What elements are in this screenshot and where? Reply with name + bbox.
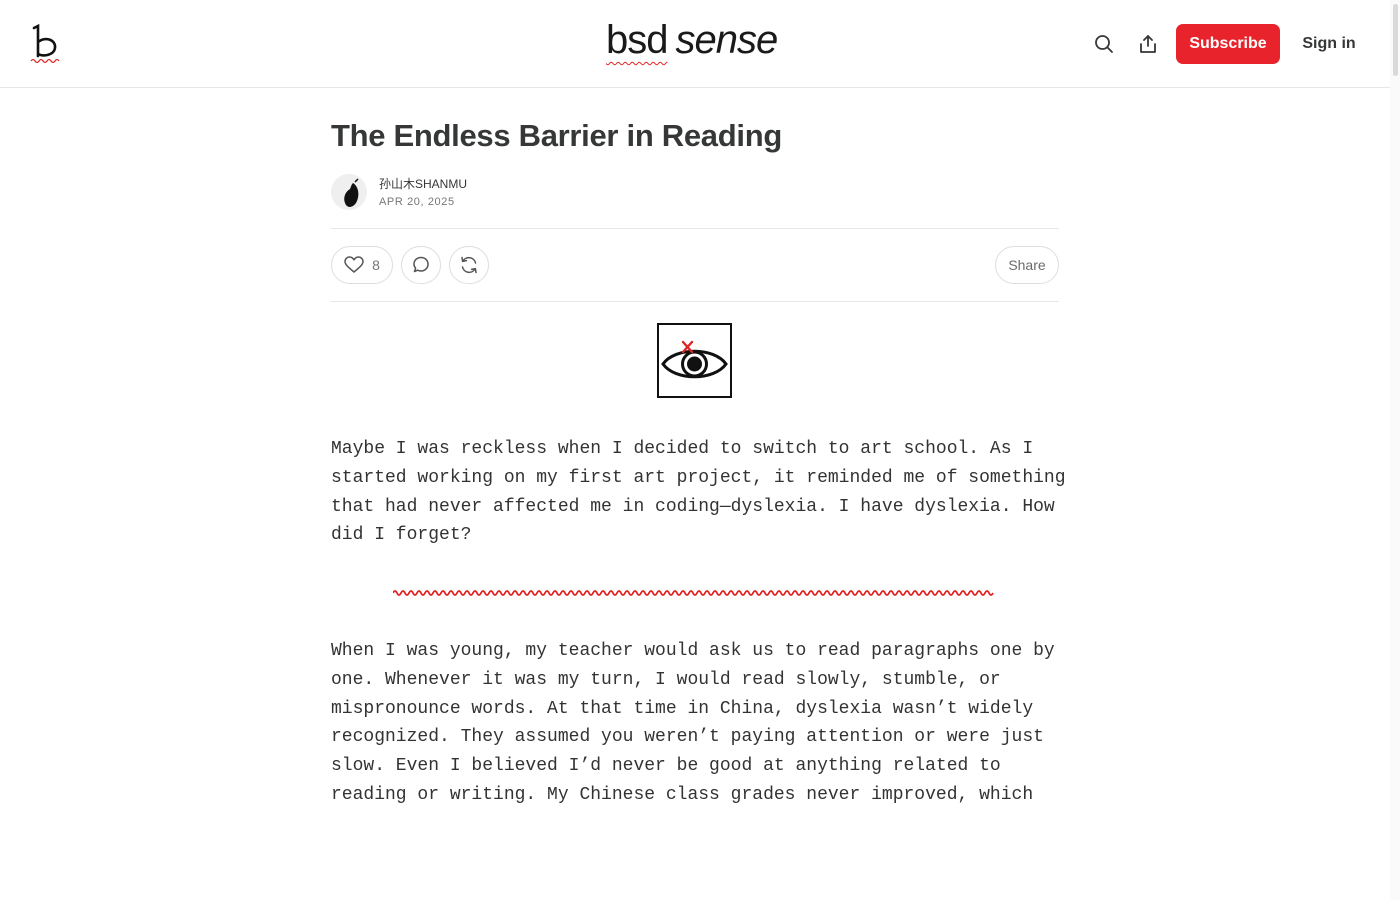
- restack-icon: [459, 255, 479, 275]
- squiggle-divider: [392, 586, 997, 600]
- author-avatar[interactable]: [331, 174, 367, 210]
- heart-icon: [344, 256, 364, 274]
- divider-top: [331, 228, 1059, 229]
- crossed-eye-icon: [661, 340, 728, 379]
- divider-bottom: [331, 301, 1059, 302]
- subscribe-button[interactable]: Subscribe: [1176, 24, 1280, 64]
- post-hero-image[interactable]: [657, 323, 732, 398]
- share-button[interactable]: Share: [995, 246, 1059, 284]
- post-title: The Endless Barrier in Reading: [331, 118, 782, 153]
- like-button[interactable]: 8: [331, 246, 393, 284]
- share-label: Share: [1008, 257, 1046, 273]
- share-icon[interactable]: [1134, 30, 1162, 58]
- comment-icon: [411, 255, 431, 275]
- brand-part-2: sense: [675, 18, 779, 62]
- post-paragraph-1: Maybe I was reckless when I decided to s…: [331, 439, 1066, 546]
- like-count: 8: [372, 257, 380, 273]
- page-scrollbar[interactable]: [1390, 0, 1400, 900]
- post-paragraph-2: When I was young, my teacher would ask u…: [331, 641, 1055, 805]
- site-brand[interactable]: bsd sense: [606, 18, 779, 68]
- author-name[interactable]: 孙山木SHANMU: [379, 175, 467, 192]
- restack-button[interactable]: [449, 246, 489, 284]
- sign-in-button[interactable]: Sign in: [1298, 24, 1360, 64]
- brand-part-1: bsd: [606, 18, 668, 62]
- search-icon[interactable]: [1090, 30, 1118, 58]
- scrollbar-thumb[interactable]: [1393, 4, 1398, 76]
- site-logo[interactable]: [30, 22, 62, 64]
- site-header: bsd sense Subscribe Sign in: [0, 0, 1390, 88]
- post-date: APR 20, 2025: [379, 196, 455, 208]
- comment-button[interactable]: [401, 246, 441, 284]
